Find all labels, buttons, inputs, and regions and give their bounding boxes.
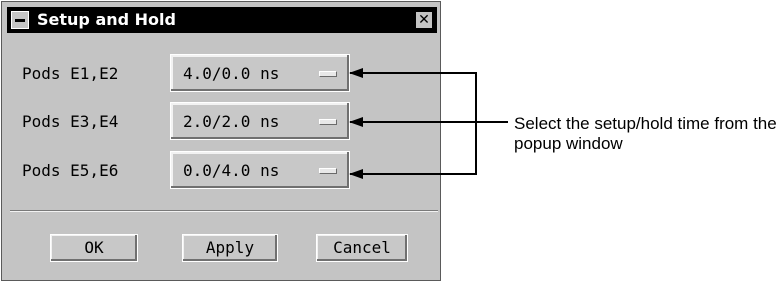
callout-annotation: Select the setup/hold time from the popu… <box>514 114 777 153</box>
callout-bracket <box>360 72 477 175</box>
